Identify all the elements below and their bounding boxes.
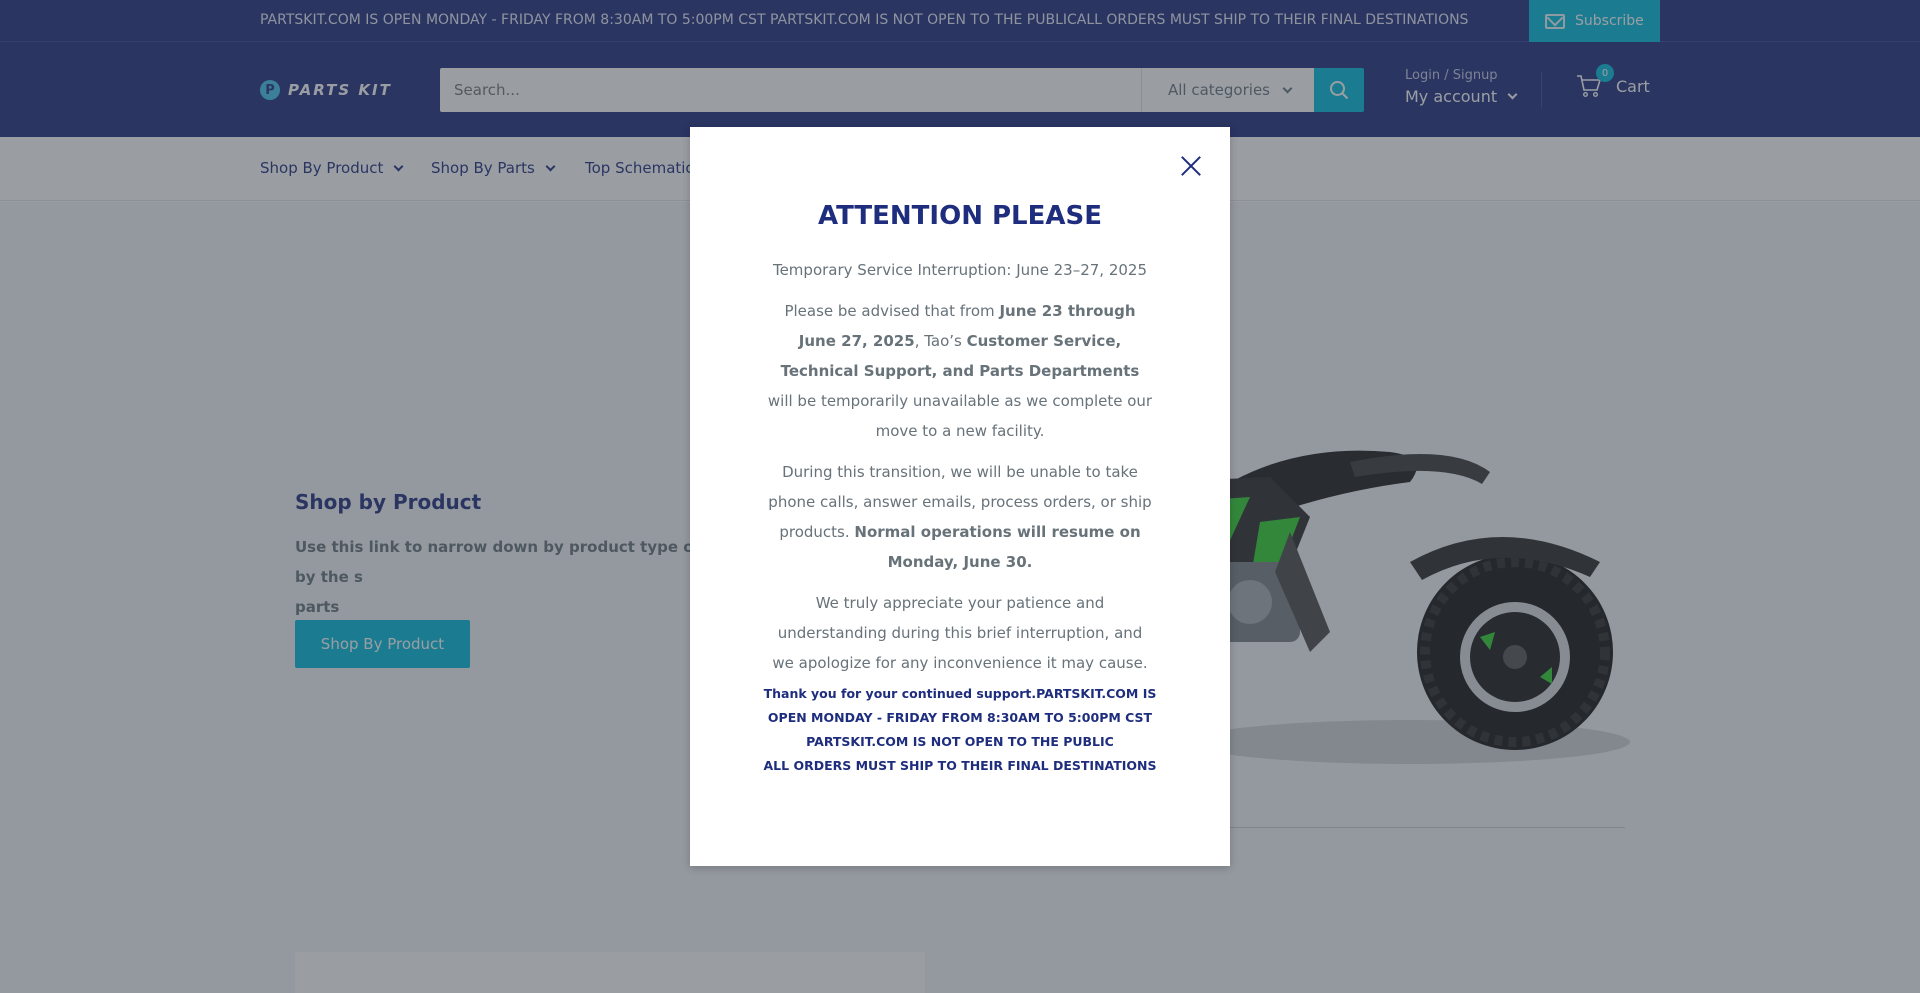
footer-line: PARTSKIT.COM IS NOT OPEN TO THE PUBLIC	[806, 734, 1114, 749]
footer-line: ALL ORDERS MUST SHIP TO THEIR FINAL DEST…	[763, 758, 1157, 773]
modal-subtitle: Temporary Service Interruption: June 23–…	[772, 261, 1148, 279]
modal-paragraph: During this transition, we will be unabl…	[766, 457, 1154, 577]
modal-title: ATTENTION PLEASE	[817, 201, 1102, 231]
text-run: will be temporarily unavailable as we co…	[767, 392, 1153, 440]
modal-body: Temporary Service Interruption: June 23–…	[766, 255, 1154, 689]
modal-paragraph: We truly appreciate your patience and un…	[772, 594, 1148, 672]
attention-modal: ATTENTION PLEASE Temporary Service Inter…	[690, 127, 1230, 866]
text-run-bold: Normal operations will resume on Monday,…	[854, 523, 1141, 571]
footer-line: Thank you for your continued support.PAR…	[763, 686, 1157, 725]
text-run: , Tao’s	[914, 332, 967, 350]
modal-paragraph: Please be advised that from June 23 thro…	[766, 296, 1154, 446]
close-icon[interactable]	[1176, 151, 1206, 181]
modal-footer: Thank you for your continued support.PAR…	[756, 682, 1164, 778]
text-run: Please be advised that from	[784, 302, 1000, 320]
